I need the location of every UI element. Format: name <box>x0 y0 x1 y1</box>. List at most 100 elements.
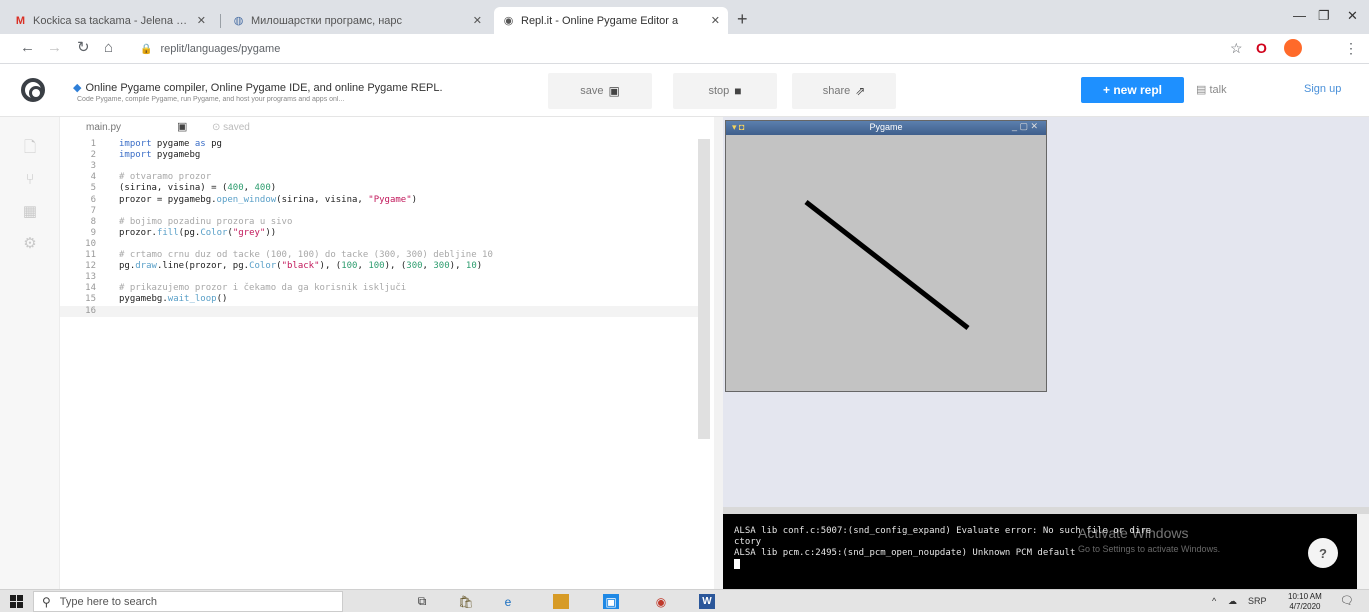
app-icon-blue[interactable]: ▣ <box>603 594 619 609</box>
close-window-button[interactable]: ✕ <box>1347 8 1358 24</box>
task-view-icon[interactable]: ⧉ <box>414 594 430 609</box>
line-number: 12 <box>85 261 96 272</box>
browser-toolbar: ← → ↻ ⌂ 🔒 replit/languages/pygame ☆ O ⋮ <box>0 34 1369 64</box>
browser-tab-gmail[interactable]: M Kockica sa tackama - Jelena Zar ✕ <box>6 7 214 34</box>
console-output[interactable]: ALSA lib conf.c:5007:(snd_config_expand)… <box>723 514 1369 589</box>
code-text: # prikazujemo prozor i čekamo da ga kori… <box>119 283 407 294</box>
console-cursor <box>734 559 1369 573</box>
menu-kebab-icon[interactable]: ⋮ <box>1344 40 1358 56</box>
code-text: pygamebg.wait_loop() <box>119 294 228 305</box>
browser-tab-article[interactable]: ◍ Милошарстки програмс, нарс ✕ <box>224 7 490 34</box>
line-number: 7 <box>90 205 96 216</box>
version-control-icon[interactable]: ⑂ <box>22 172 38 188</box>
code-line[interactable]: 7 <box>60 206 700 217</box>
chrome-icon[interactable]: ◉ <box>653 594 669 609</box>
taskbar-search-input[interactable]: ⚲ Type here to search <box>33 591 343 612</box>
search-icon: ⚲ <box>42 594 51 609</box>
console-scrollbar[interactable] <box>1357 514 1369 589</box>
code-line[interactable]: 14 # prikazujemo prozor i čekamo da ga ko… <box>60 283 700 294</box>
code-line[interactable]: 10 <box>60 239 700 250</box>
replit-logo-icon[interactable] <box>21 78 45 102</box>
code-line[interactable]: 6 prozor = pygamebg.open_window(sirina, v… <box>60 195 700 206</box>
talk-icon: ▤ <box>1196 84 1207 96</box>
pygame-window[interactable]: ▾ ◘ Pygame _ ▢ ✕ <box>725 120 1047 392</box>
line-number: 15 <box>85 294 96 305</box>
saved-status: ⊙ saved <box>212 122 250 133</box>
file-icon[interactable]: ▣ <box>177 120 187 133</box>
code-text: import pygamebg <box>119 150 201 161</box>
share-button[interactable]: share ⇗ <box>792 73 896 109</box>
save-button[interactable]: save ▣ <box>548 73 652 109</box>
network-icon[interactable]: ☁ <box>1228 596 1237 607</box>
forward-arrow-icon[interactable]: → <box>47 39 62 57</box>
code-line[interactable]: 15 pygamebg.wait_loop() <box>60 294 700 305</box>
talk-link[interactable]: ▤ talk <box>1196 83 1227 96</box>
settings-gear-icon[interactable]: ⚙ <box>22 236 38 252</box>
file-explorer-icon[interactable] <box>553 594 569 609</box>
replit-header: ◆ Online Pygame compiler, Online Pygame I… <box>0 65 1369 117</box>
browser-tab-replit[interactable]: ◉ Repl.it - Online Pygame Editor a ✕ <box>494 7 728 34</box>
close-tab-icon[interactable]: ✕ <box>197 14 206 27</box>
code-text: import pygame as pg <box>119 139 222 149</box>
window-controls[interactable]: _ ▢ ✕ <box>1012 121 1038 132</box>
code-line[interactable]: 16 <box>60 305 700 317</box>
close-tab-icon[interactable]: ✕ <box>711 14 720 27</box>
sign-up-link[interactable]: Sign up <box>1304 83 1341 95</box>
console-splitter[interactable] <box>723 507 1369 514</box>
code-text: pg.draw.line(prozor, pg.Color("black"), … <box>119 261 483 272</box>
opera-icon[interactable]: O <box>1256 40 1267 56</box>
line-number: 5 <box>90 183 96 194</box>
packages-icon[interactable]: ▦ <box>22 204 38 220</box>
edge-icon[interactable]: e <box>500 594 516 609</box>
code-line[interactable]: 9 prozor.fill(pg.Color("grey")) <box>60 228 700 239</box>
code-editor[interactable]: 1 import pygame as pg 2 import pygamebg 3 4 # … <box>60 139 714 589</box>
console-line: ctory <box>734 537 762 547</box>
word-icon[interactable]: W <box>699 594 715 609</box>
code-line[interactable]: 12 pg.draw.line(prozor, pg.Color("black")… <box>60 261 700 272</box>
files-icon[interactable]: 🗋 <box>22 140 38 156</box>
editor-scrollbar[interactable] <box>698 139 710 439</box>
activate-windows-subtext: Go to Settings to activate Windows. <box>1078 544 1221 554</box>
new-tab-button[interactable]: + <box>737 10 748 28</box>
new-repl-button[interactable]: + new repl <box>1081 77 1184 103</box>
bookmark-star-icon[interactable]: ☆ <box>1230 40 1243 56</box>
stop-button[interactable]: stop ■ <box>673 73 777 109</box>
line-number: 8 <box>90 216 96 227</box>
address-bar[interactable]: 🔒 replit/languages/pygame <box>140 38 1220 60</box>
file-tab-main[interactable]: main.py <box>86 122 121 133</box>
code-line[interactable]: 4 # otvaramo prozor <box>60 172 700 183</box>
input-language[interactable]: SRP <box>1248 596 1267 606</box>
pygame-titlebar[interactable]: ▾ ◘ Pygame _ ▢ ✕ <box>726 121 1046 135</box>
console-line: ALSA lib pcm.c:2495:(snd_pcm_open_noupda… <box>734 548 1076 558</box>
pygame-icon: ◆ <box>73 82 82 94</box>
code-text: prozor = pygamebg.open_window(sirina, vi… <box>119 194 418 205</box>
code-line[interactable]: 1 import pygame as pg <box>60 139 700 150</box>
code-line[interactable]: 5 (sirina, visina) = (400, 400) <box>60 183 700 194</box>
code-text: prozor.fill(pg.Color("grey")) <box>119 227 277 238</box>
code-line[interactable]: 3 <box>60 161 700 172</box>
console-line: ALSA lib conf.c:5007:(snd_config_expand)… <box>734 526 1152 536</box>
notifications-icon[interactable]: 🗨 <box>1340 594 1354 607</box>
line-number: 3 <box>90 161 96 172</box>
maximize-button[interactable]: ❐ <box>1318 8 1330 24</box>
home-icon[interactable]: ⌂ <box>104 39 113 57</box>
clock[interactable]: 10:10 AM 4/7/2020 <box>1288 592 1322 612</box>
code-text: # crtamo crnu duz od tacke (100, 100) do… <box>119 250 493 260</box>
back-arrow-icon[interactable]: ← <box>20 39 35 57</box>
share-icon: ⇗ <box>855 84 866 98</box>
close-tab-icon[interactable]: ✕ <box>473 14 482 27</box>
code-line[interactable]: 8 # bojimo pozadinu prozora u sivo <box>60 217 700 228</box>
reload-icon[interactable]: ↻ <box>77 39 90 57</box>
tray-chevron-icon[interactable]: ^ <box>1212 596 1216 606</box>
extension-icon[interactable] <box>1284 39 1302 57</box>
code-line[interactable]: 11 # crtamo crnu duz od tacke (100, 100) … <box>60 250 700 261</box>
line-number: 1 <box>90 139 96 149</box>
help-button[interactable]: ? <box>1308 538 1338 568</box>
code-line[interactable]: 2 import pygamebg <box>60 150 700 161</box>
windows-start-icon[interactable] <box>10 595 23 608</box>
pane-resize-handle[interactable] <box>714 117 723 589</box>
replit-icon: ◉ <box>503 15 514 27</box>
store-icon[interactable]: 🛍 <box>458 594 474 609</box>
code-line[interactable]: 13 <box>60 272 700 283</box>
minimize-button[interactable]: — <box>1293 8 1306 23</box>
